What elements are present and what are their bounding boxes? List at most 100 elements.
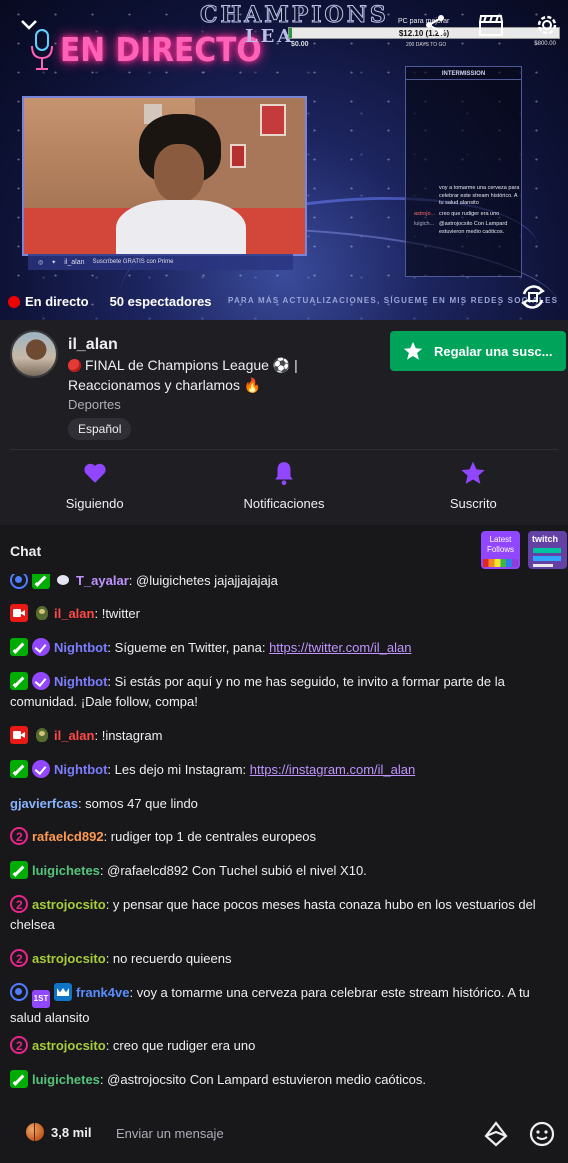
stream-title: FINAL de Champions League ⚽ | Reaccionam… (68, 355, 318, 395)
intermission-chat-text: voy a tomarme una cerveza para celebrar … (439, 185, 520, 206)
live-dot-icon (8, 295, 20, 308)
video-player[interactable]: EN DIRECTO CHAMPIONS LEA PC para mejorar… (0, 0, 568, 320)
channel-info: il_alan FINAL de Champions League ⚽ | Re… (0, 320, 568, 525)
channel-name[interactable]: il_alan (68, 336, 118, 354)
chat-message: frank4ve: voy a tomarme una cerveza para… (10, 983, 560, 1028)
extension-latest-follows[interactable]: Latest Follows (481, 531, 520, 569)
wall-picture (260, 104, 286, 136)
chat-username[interactable]: gjavierfcas (10, 796, 78, 811)
extension-bar (533, 548, 561, 553)
clip-button[interactable] (476, 10, 506, 40)
clapperboard-icon (479, 15, 503, 36)
goal-days: 200 DAYS TO GO (406, 42, 447, 48)
chat-username[interactable]: rafaelcd892 (32, 829, 104, 844)
chat-message-input[interactable] (106, 1116, 466, 1150)
moderator-badge-icon (32, 574, 50, 589)
moderator-badge-icon (10, 861, 28, 879)
rainbow-bar (483, 559, 518, 567)
chat-username[interactable]: luigichetes (32, 1072, 100, 1087)
chat-username[interactable]: frank4ve (76, 985, 129, 1000)
notifications-button[interactable]: Notificaciones (189, 458, 378, 518)
moderator-badge-icon (10, 760, 28, 778)
language-tag[interactable]: Español (68, 418, 132, 440)
red-circle-icon (68, 359, 81, 372)
bell-icon (275, 462, 293, 486)
prime-crown-badge-icon (54, 983, 72, 1001)
chat-username[interactable]: astrojocsito (32, 951, 106, 966)
chat-username[interactable]: astrojocsito (32, 897, 106, 912)
collapse-button[interactable] (14, 10, 44, 40)
smiley-icon[interactable] (528, 1120, 556, 1148)
chat-message: astrojocsito: creo que rudiger era uno (10, 1036, 560, 1056)
channel-avatar[interactable] (10, 330, 58, 378)
live-label: En directo (25, 294, 89, 309)
bits-icon[interactable] (483, 1121, 509, 1147)
chat-message: T_ayalar: @luigichetes jajajjajajaja (10, 574, 560, 591)
chat-username[interactable]: Nightbot (54, 640, 107, 655)
notifications-label: Notificaciones (243, 496, 325, 511)
extension-bar (533, 556, 561, 561)
cycle-badge-icon (10, 574, 28, 589)
star-icon (403, 341, 423, 360)
divider (10, 449, 558, 450)
gift-sub-label: Regalar una susc... (434, 343, 553, 359)
live-status: En directo 50 espectadores (8, 294, 211, 309)
chat-username[interactable]: astrojocsito (32, 1038, 106, 1053)
follow-label: Siguiendo (65, 496, 124, 511)
chat-username[interactable]: il_alan (54, 728, 94, 743)
chat-username[interactable]: Nightbot (54, 762, 107, 777)
extension-twitch[interactable]: twitch (528, 531, 567, 569)
overlay-title: EN DIRECTO (60, 30, 262, 69)
webcam-feed (22, 96, 307, 256)
verified-badge-icon (32, 638, 50, 656)
chat-text: !twitter (101, 606, 140, 621)
chat-text: @astrojocsito Con Lampard estuvieron med… (107, 1072, 427, 1087)
hype-badge-icon (10, 949, 28, 969)
stream-category[interactable]: Deportes (68, 397, 121, 412)
settings-button[interactable] (532, 10, 562, 40)
chat-message: il_alan: !twitter (10, 604, 560, 624)
intermission-chat-row: astrojo... creo que rudiger era uno (414, 211, 522, 219)
chat-link[interactable]: https://instagram.com/il_alan (250, 762, 415, 777)
chat-username[interactable]: il_alan (54, 606, 94, 621)
instagram-icon: ◎ (38, 259, 44, 266)
chat-text: no recuerdo quieens (112, 951, 232, 966)
extension-bar (533, 564, 553, 567)
intermission-chat: voy a tomarme una cerveza para celebrar … (414, 185, 522, 239)
chat-username[interactable]: luigichetes (32, 863, 100, 878)
chat-username[interactable]: T_ayalar (76, 574, 129, 588)
follow-button[interactable]: Siguiendo (0, 458, 189, 518)
channel-points-button[interactable]: 3,8 mil (26, 1123, 91, 1141)
intermission-panel: INTERMISSION voy a tomarme una cerveza p… (405, 66, 522, 277)
webcam-footer: ◎ ✦ il_alan Suscríbete GRATIS con Prime (28, 254, 293, 270)
twitter-icon: ✦ (51, 259, 57, 266)
ghost-badge-icon (54, 574, 72, 589)
goal-max: $800.00 (534, 41, 556, 47)
rotate-screen-icon[interactable] (518, 282, 548, 312)
stream-title-text: FINAL de Champions League ⚽ | Reaccionam… (68, 357, 298, 393)
gift-sub-button[interactable]: Regalar una susc... (390, 331, 566, 371)
first-badge-icon (32, 990, 50, 1008)
chat-message: astrojocsito: no recuerdo quieens (10, 949, 560, 969)
chat-message: Nightbot: Si estás por aquí y no me has … (10, 672, 505, 709)
intermission-chat-user: luigich... (414, 221, 435, 227)
chevron-down-icon (21, 20, 37, 30)
chat-messages[interactable]: T_ayalar: @luigichetes jajajjajajaja il_… (0, 574, 568, 1104)
intermission-chat-text: creo que rudiger era uno (439, 210, 500, 217)
streamer-face (154, 144, 204, 202)
broadcaster-badge-icon (10, 726, 28, 744)
chat-message: luigichetes: @astrojocsito Con Lampard e… (10, 1070, 560, 1090)
chat-message: astrojocsito: y pensar que hace pocos me… (10, 895, 560, 935)
moderator-badge-icon (10, 638, 28, 656)
streamer-body (116, 200, 246, 254)
goal-min: $0.00 (291, 41, 309, 48)
moderator-badge-icon (10, 1070, 28, 1088)
subscribed-button[interactable]: Suscrito (379, 458, 568, 518)
share-button[interactable] (420, 10, 450, 40)
viewer-count: 50 espectadores (109, 294, 212, 309)
chat-username[interactable]: Nightbot (54, 674, 107, 689)
verified-badge-icon (32, 672, 50, 690)
verified-badge-icon (32, 760, 50, 778)
intermission-chat-user: astrojo... (414, 210, 436, 217)
chat-link[interactable]: https://twitter.com/il_alan (269, 640, 411, 655)
